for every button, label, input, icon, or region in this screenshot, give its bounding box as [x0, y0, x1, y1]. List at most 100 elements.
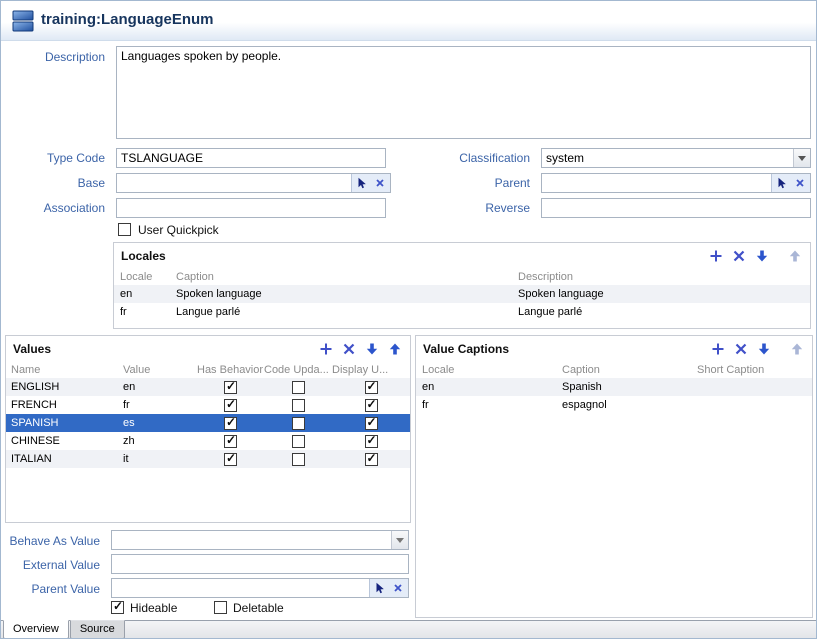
code-update-cell — [264, 435, 332, 448]
move-down-icon[interactable] — [754, 248, 770, 264]
has-behavior-checkbox[interactable] — [224, 417, 237, 430]
display-update-cell — [332, 453, 410, 466]
description-field[interactable]: Languages spoken by people. — [116, 46, 811, 139]
column-header: Locale — [416, 364, 556, 376]
pick-icon[interactable] — [372, 580, 388, 596]
display-update-cell — [332, 381, 410, 394]
values-table-row[interactable]: CHINESE zh — [6, 432, 410, 450]
parent-label: Parent — [426, 173, 536, 193]
display-update-checkbox[interactable] — [365, 417, 378, 430]
description-cell: Langue parlé — [512, 306, 810, 318]
move-down-icon[interactable] — [756, 341, 772, 357]
display-update-checkbox[interactable] — [365, 381, 378, 394]
value-code: it — [117, 453, 197, 465]
clear-icon[interactable] — [792, 175, 808, 191]
hideable-checkbox[interactable] — [111, 601, 124, 614]
behave-as-value-dropdown[interactable] — [111, 530, 409, 550]
locales-column-header: Locale Caption Description — [114, 268, 810, 285]
value-captions-panel: Value Captions Locale Caption Short Capt… — [415, 335, 813, 618]
display-update-checkbox[interactable] — [365, 453, 378, 466]
locales-panel: Locales Locale Caption Description en Sp… — [113, 242, 811, 329]
parent-field[interactable] — [542, 174, 771, 192]
code-update-checkbox[interactable] — [292, 381, 305, 394]
delete-icon[interactable] — [733, 341, 749, 357]
value-name: FRENCH — [6, 399, 117, 411]
has-behavior-cell — [197, 381, 264, 394]
association-label: Association — [1, 198, 111, 218]
values-header: Values — [6, 336, 410, 361]
value-code: fr — [117, 399, 197, 411]
code-update-checkbox[interactable] — [292, 417, 305, 430]
has-behavior-checkbox[interactable] — [224, 381, 237, 394]
user-quickpick-checkbox[interactable] — [118, 223, 131, 236]
type-code-label: Type Code — [1, 148, 111, 168]
code-update-checkbox[interactable] — [292, 399, 305, 412]
reverse-field[interactable] — [541, 198, 811, 218]
move-up-icon[interactable] — [787, 248, 803, 264]
code-update-cell — [264, 399, 332, 412]
delete-icon[interactable] — [731, 248, 747, 264]
code-update-cell — [264, 381, 332, 394]
window: training:LanguageEnum Description Langua… — [0, 0, 817, 639]
external-value-field[interactable] — [111, 554, 409, 574]
table-row[interactable]: en Spoken language Spoken language — [114, 285, 810, 303]
add-icon[interactable] — [708, 248, 724, 264]
values-title: Values — [13, 342, 51, 356]
enum-icon — [10, 8, 36, 34]
reverse-label: Reverse — [426, 198, 536, 218]
value-captions-column-header: Locale Caption Short Caption — [416, 361, 812, 378]
clear-icon[interactable] — [372, 175, 388, 191]
deletable-label: Deletable — [233, 600, 284, 616]
values-table-row[interactable]: FRENCH fr — [6, 396, 410, 414]
values-table-row[interactable]: ITALIAN it — [6, 450, 410, 468]
type-code-field[interactable] — [116, 148, 386, 168]
value-code: es — [117, 417, 197, 429]
delete-icon[interactable] — [341, 341, 357, 357]
parent-value-pick-buttons — [369, 579, 408, 597]
values-panel: Values Name Value Has Behavior Code Upda… — [5, 335, 411, 523]
code-update-checkbox[interactable] — [292, 435, 305, 448]
code-update-checkbox[interactable] — [292, 453, 305, 466]
classification-label: Classification — [426, 148, 536, 168]
caption-cell: espagnol — [556, 399, 691, 411]
display-update-checkbox[interactable] — [365, 399, 378, 412]
clear-icon[interactable] — [390, 580, 406, 596]
table-row[interactable]: en Spanish — [416, 378, 812, 396]
classification-dropdown[interactable]: system — [541, 148, 811, 168]
has-behavior-checkbox[interactable] — [224, 435, 237, 448]
chevron-down-icon[interactable] — [391, 531, 408, 549]
base-pick-buttons — [351, 174, 390, 192]
table-row[interactable]: fr Langue parlé Langue parlé — [114, 303, 810, 321]
table-row[interactable]: fr espagnol — [416, 396, 812, 414]
tab-overview[interactable]: Overview — [3, 620, 69, 639]
values-table-row[interactable]: ENGLISH en — [6, 378, 410, 396]
has-behavior-checkbox[interactable] — [224, 453, 237, 466]
add-icon[interactable] — [710, 341, 726, 357]
deletable-checkbox[interactable] — [214, 601, 227, 614]
parent-value-field[interactable] — [112, 579, 369, 597]
move-down-icon[interactable] — [364, 341, 380, 357]
move-up-icon[interactable] — [387, 341, 403, 357]
caption-cell: Spoken language — [170, 288, 512, 300]
pick-icon[interactable] — [774, 175, 790, 191]
locales-header: Locales — [114, 243, 810, 268]
display-update-checkbox[interactable] — [365, 435, 378, 448]
base-field-group — [116, 173, 391, 193]
move-up-icon[interactable] — [789, 341, 805, 357]
column-header: Name — [6, 364, 117, 376]
chevron-down-icon[interactable] — [793, 149, 810, 167]
column-header: Has Behavior — [197, 364, 264, 376]
has-behavior-cell — [197, 417, 264, 430]
add-icon[interactable] — [318, 341, 334, 357]
base-field[interactable] — [117, 174, 351, 192]
tab-source[interactable]: Source — [70, 620, 125, 639]
parent-pick-buttons — [771, 174, 810, 192]
has-behavior-cell — [197, 453, 264, 466]
column-header: Short Caption — [691, 364, 812, 376]
values-table-row[interactable]: SPANISH es — [6, 414, 410, 432]
display-update-cell — [332, 435, 410, 448]
association-field[interactable] — [116, 198, 386, 218]
has-behavior-checkbox[interactable] — [224, 399, 237, 412]
pick-icon[interactable] — [354, 175, 370, 191]
has-behavior-cell — [197, 435, 264, 448]
